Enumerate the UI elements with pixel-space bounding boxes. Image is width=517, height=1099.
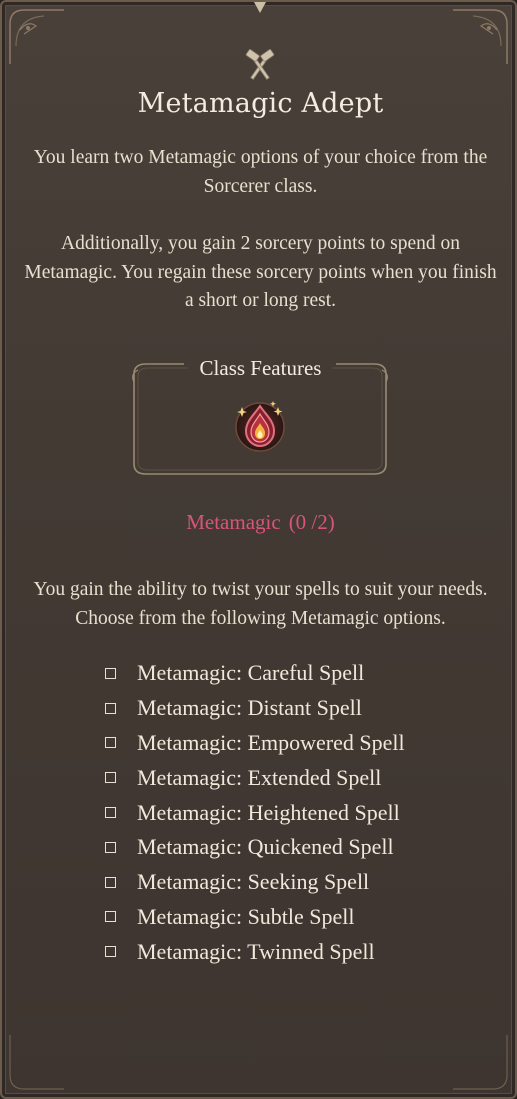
sorcery-flame-icon[interactable] (233, 399, 287, 453)
checkbox[interactable] (105, 807, 116, 819)
metamagic-option-subtle-spell[interactable]: Metamagic: Subtle Spell (105, 900, 485, 935)
feat-title: Metamagic Adept (137, 88, 384, 119)
metamagic-option-careful-spell[interactable]: Metamagic: Careful Spell (105, 656, 485, 691)
class-features-label: Class Features (199, 356, 322, 380)
metamagic-options-list: Metamagic: Careful Spell Metamagic: Dist… (105, 656, 485, 969)
option-label: Metamagic: Empowered Spell (137, 729, 405, 755)
crossed-hammers-icon (245, 49, 275, 80)
checkbox[interactable] (105, 946, 116, 958)
checkbox[interactable] (105, 911, 116, 923)
option-label: Metamagic: Distant Spell (137, 695, 362, 721)
feat-panel: Metamagic Adept You learn two Metamagic … (0, 0, 517, 1099)
corner-ornament-icon (453, 9, 508, 64)
option-label: Metamagic: Twinned Spell (137, 938, 375, 964)
metamagic-option-quickened-spell[interactable]: Metamagic: Quickened Spell (105, 830, 485, 865)
option-label: Metamagic: Careful Spell (137, 660, 365, 686)
feat-description-extra: Additionally, you gain 2 sorcery points … (24, 233, 497, 311)
option-label: Metamagic: Seeking Spell (137, 869, 370, 895)
corner-ornament-icon (9, 9, 64, 64)
checkbox[interactable] (105, 702, 116, 714)
corner-ornament-icon (453, 1035, 508, 1090)
metamagic-option-empowered-spell[interactable]: Metamagic: Empowered Spell (105, 726, 485, 761)
metamagic-option-twinned-spell[interactable]: Metamagic: Twinned Spell (105, 934, 485, 969)
top-notch-icon (254, 2, 266, 13)
metamagic-option-extended-spell[interactable]: Metamagic: Extended Spell (105, 760, 485, 795)
checkbox[interactable] (105, 737, 116, 749)
metamagic-description: You gain the ability to twist your spell… (33, 579, 488, 629)
checkbox[interactable] (105, 876, 116, 888)
feat-description: You learn two Metamagic options of your … (33, 147, 488, 197)
metamagic-selection-counter: Metamagic (0 /2) (2, 510, 515, 535)
option-label: Metamagic: Heightened Spell (137, 799, 400, 825)
option-label: Metamagic: Extended Spell (137, 764, 382, 790)
metamagic-option-seeking-spell[interactable]: Metamagic: Seeking Spell (105, 865, 485, 900)
metamagic-option-distant-spell[interactable]: Metamagic: Distant Spell (105, 691, 485, 726)
option-label: Metamagic: Quickened Spell (137, 834, 394, 860)
corner-ornament-icon (9, 1035, 64, 1090)
checkbox[interactable] (105, 841, 116, 853)
checkbox[interactable] (105, 772, 116, 784)
metamagic-count: (0 /2) (288, 510, 335, 534)
option-label: Metamagic: Subtle Spell (137, 903, 355, 929)
checkbox[interactable] (105, 667, 116, 679)
metamagic-label: Metamagic (186, 510, 281, 534)
metamagic-option-heightened-spell[interactable]: Metamagic: Heightened Spell (105, 795, 485, 830)
